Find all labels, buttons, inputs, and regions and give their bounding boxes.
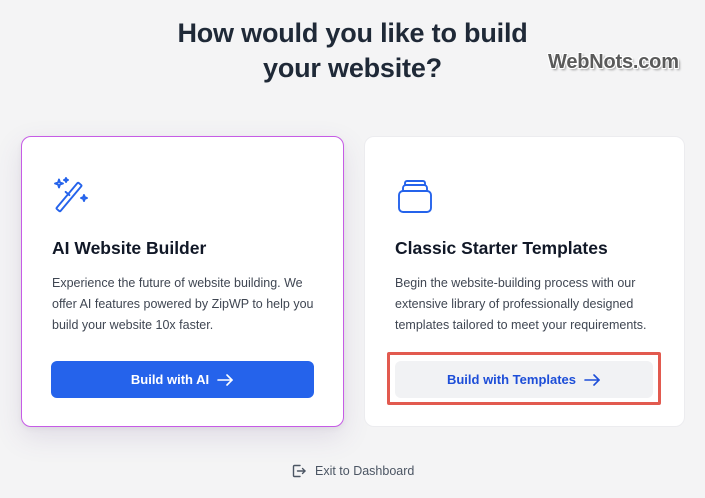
ai-website-builder-card[interactable]: AI Website Builder Experience the future… (21, 136, 344, 427)
build-with-ai-label: Build with AI (130, 372, 210, 387)
classic-starter-templates-card[interactable]: Classic Starter Templates Begin the webs… (364, 136, 685, 427)
page-heading-line-2: your website? (263, 53, 442, 83)
exit-to-dashboard-link[interactable]: Exit to Dashboard (291, 463, 414, 479)
arrow-right-icon (217, 373, 234, 386)
ai-card-title: AI Website Builder (52, 238, 207, 258)
template-stack-icon (395, 177, 435, 217)
magic-wand-icon (52, 177, 92, 217)
build-with-templates-button[interactable]: Build with Templates (395, 361, 653, 398)
build-with-ai-button[interactable]: Build with AI (51, 361, 314, 398)
watermark: WebNots.com (548, 51, 679, 73)
exit-door-icon (291, 463, 307, 479)
exit-to-dashboard-label: Exit to Dashboard (315, 464, 415, 478)
page-heading-line-1: How would you like to build (177, 18, 528, 48)
page-heading: How would you like to build your website… (150, 16, 555, 86)
build-with-templates-label: Build with Templates (446, 372, 577, 387)
arrow-right-icon (584, 373, 601, 386)
onboarding-page: How would you like to build your website… (0, 0, 705, 498)
templates-card-description: Begin the website-building process with … (395, 276, 647, 332)
templates-card-title: Classic Starter Templates (395, 238, 608, 258)
ai-card-description: Experience the future of website buildin… (52, 276, 314, 332)
